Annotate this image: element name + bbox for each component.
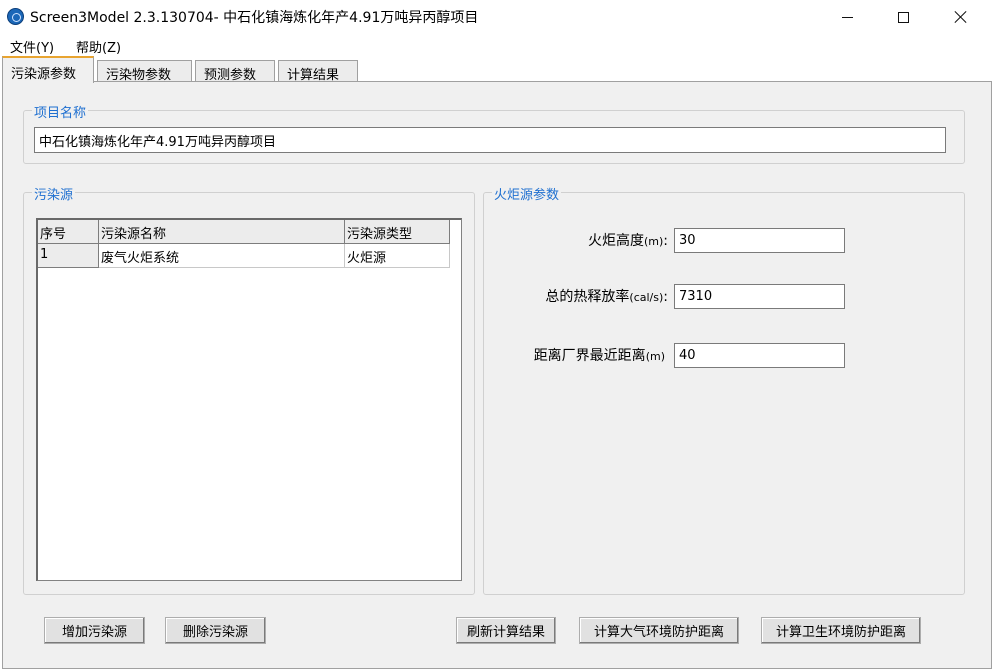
delete-source-button[interactable]: 删除污染源 (165, 617, 266, 644)
flare-height-label-text: 火炬高度 (587, 233, 644, 249)
tab-pollutant-params[interactable]: 污染物参数 (97, 60, 192, 83)
flare-height-input[interactable] (674, 228, 845, 253)
column-header-name[interactable]: 污染源名称 (99, 220, 345, 244)
boundary-distance-input[interactable] (674, 343, 845, 368)
project-name-group: 项目名称 (23, 102, 965, 164)
heat-release-unit: (cal/s) (629, 291, 664, 304)
boundary-distance-label-text: 距离厂界最近距离 (533, 348, 646, 364)
cell-index[interactable]: 1 (38, 244, 99, 268)
project-name-legend: 项目名称 (32, 102, 89, 121)
minimize-button[interactable] (824, 0, 870, 34)
tab-source-params[interactable]: 污染源参数 (2, 56, 94, 83)
tab-strip: 污染源参数 污染物参数 预测参数 计算结果 (0, 56, 994, 83)
menu-help[interactable]: 帮助(Z) (76, 37, 121, 56)
project-name-input[interactable] (34, 127, 946, 153)
minimize-icon (841, 16, 853, 18)
heat-release-input[interactable] (674, 284, 845, 309)
tab-content-panel: 项目名称 污染源 序号 污染源名称 污染源类型 1 废气火炬系统 火炬源 火炬源… (2, 81, 992, 669)
boundary-distance-label: 距离厂界最近距离(m) (534, 345, 665, 365)
calc-atmospheric-distance-button[interactable]: 计算大气环境防护距离 (579, 617, 739, 644)
boundary-distance-unit: (m) (645, 350, 665, 363)
flare-params-legend: 火炬源参数 (492, 184, 562, 203)
flare-params-group: 火炬源参数 火炬高度(m): 总的热释放率(cal/s): 距离厂界最近距离(m… (483, 184, 965, 595)
sources-grid[interactable]: 序号 污染源名称 污染源类型 1 废气火炬系统 火炬源 (36, 218, 462, 581)
heat-release-label-text: 总的热释放率 (545, 289, 630, 305)
maximize-button[interactable] (880, 0, 926, 34)
column-header-type[interactable]: 污染源类型 (345, 220, 450, 244)
app-icon (7, 8, 24, 25)
flare-height-label: 火炬高度(m): (588, 230, 668, 250)
cell-name[interactable]: 废气火炬系统 (99, 244, 345, 268)
tab-results[interactable]: 计算结果 (278, 60, 358, 83)
refresh-results-button[interactable]: 刷新计算结果 (456, 617, 556, 644)
sources-group: 污染源 序号 污染源名称 污染源类型 1 废气火炬系统 火炬源 (23, 184, 475, 595)
tab-prediction-params[interactable]: 预测参数 (195, 60, 275, 83)
calc-health-distance-button[interactable]: 计算卫生环境防护距离 (761, 617, 921, 644)
window-title: Screen3Model 2.3.130704- 中石化镇海炼化年产4.91万吨… (30, 10, 479, 26)
add-source-button[interactable]: 增加污染源 (44, 617, 145, 644)
flare-height-unit: (m) (643, 235, 664, 248)
grid-header: 序号 污染源名称 污染源类型 (38, 220, 450, 244)
table-row[interactable]: 1 废气火炬系统 火炬源 (38, 244, 450, 268)
cell-type[interactable]: 火炬源 (345, 244, 450, 268)
maximize-icon (897, 11, 909, 23)
menu-file[interactable]: 文件(Y) (10, 37, 54, 56)
close-icon (954, 10, 968, 24)
sources-legend: 污染源 (32, 184, 76, 203)
close-button[interactable] (938, 0, 984, 34)
column-header-index[interactable]: 序号 (38, 220, 99, 244)
heat-release-label: 总的热释放率(cal/s): (545, 286, 668, 306)
title-bar: Screen3Model 2.3.130704- 中石化镇海炼化年产4.91万吨… (0, 0, 994, 34)
menu-bar: 文件(Y) 帮助(Z) (0, 34, 994, 56)
flare-height-suffix: : (663, 233, 668, 249)
heat-release-suffix: : (663, 289, 668, 305)
